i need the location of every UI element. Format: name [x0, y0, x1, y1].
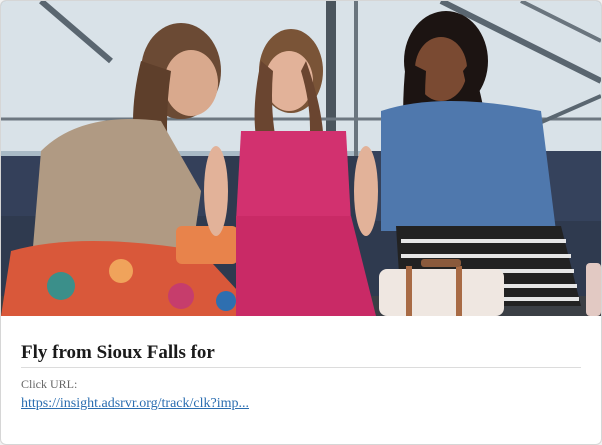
click-url-link[interactable]: https://insight.adsrvr.org/track/clk?imp… [21, 395, 249, 413]
hero-photo[interactable] [1, 1, 601, 316]
hero-image-illustration [1, 1, 601, 316]
click-url-label: Click URL: [21, 377, 78, 391]
ad-headline[interactable]: Fly from Sioux Falls for [21, 342, 581, 364]
divider [21, 367, 581, 368]
ad-card: Fly from Sioux Falls for Click URL: http… [0, 0, 602, 445]
ad-content: Fly from Sioux Falls for Click URL: http… [21, 316, 581, 413]
